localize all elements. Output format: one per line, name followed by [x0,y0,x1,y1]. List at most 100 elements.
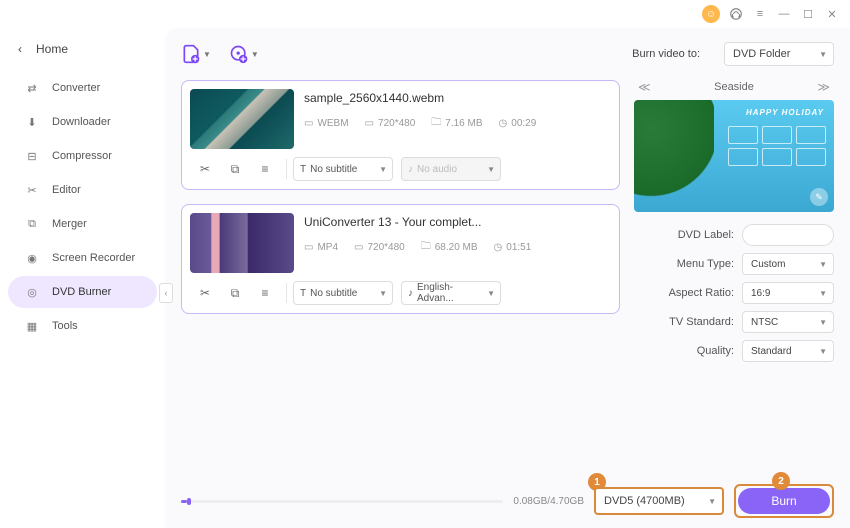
chevron-down-icon: ▼ [379,289,387,298]
disc-type-select[interactable]: DVD5 (4700MB)▼ [594,487,724,515]
sidebar-item-editor[interactable]: ✂Editor [8,174,157,206]
subtitle-select[interactable]: TNo subtitle▼ [293,157,393,181]
resolution-icon: ▭ [354,242,363,253]
avatar-icon[interactable]: ☺ [702,5,720,23]
burn-to-label: Burn video to: [632,48,700,60]
trim-icon[interactable]: ✂ [190,281,220,305]
crop-icon[interactable]: ⧉ [220,281,250,305]
downloader-icon: ⬇ [24,114,40,130]
file-stats: ▭MP4 ▭720*480 🗀68.20 MB ◷01:51 [304,239,611,256]
more-icon[interactable]: ≡ [250,157,280,181]
back-icon: ‹ [18,42,22,56]
format-icon: ▭ [304,242,313,253]
file-card[interactable]: UniConverter 13 - Your complet... ▭MP4 ▭… [181,204,620,314]
theme-prev-button[interactable]: ≪ [638,80,651,94]
compressor-icon: ⊟ [24,148,40,164]
sidebar-item-screen-recorder[interactable]: ◉Screen Recorder [8,242,157,274]
chevron-down-icon: ▼ [819,289,827,298]
converter-icon: ⇄ [24,80,40,96]
dvd-label-input[interactable] [742,224,834,246]
sidebar-item-converter[interactable]: ⇄Converter [8,72,157,104]
tools-icon: ▦ [24,318,40,334]
dvd-icon: ◎ [24,284,40,300]
home-button[interactable]: ‹ Home [0,36,165,70]
chevron-down-icon: ▼ [251,50,259,59]
minimize-icon[interactable]: — [776,6,792,22]
sidebar-item-merger[interactable]: ⧉Merger [8,208,157,240]
editor-icon: ✂ [24,182,40,198]
sidebar-item-compressor[interactable]: ⊟Compressor [8,140,157,172]
format-icon: ▭ [304,118,313,129]
audio-icon: ♪ [408,164,413,175]
more-icon[interactable]: ≡ [250,281,280,305]
aspect-ratio-select[interactable]: 16:9▼ [742,282,834,304]
menu-type-select[interactable]: Custom▼ [742,253,834,275]
file-name: sample_2560x1440.webm [304,91,611,105]
file-card[interactable]: sample_2560x1440.webm ▭WEBM ▭720*480 🗀7.… [181,80,620,190]
theme-banner-text: HAPPY HOLIDAY [746,108,824,117]
callout-badge-2: 2 [772,472,790,490]
tv-standard-label: TV Standard: [669,316,734,328]
chevron-down-icon: ▼ [487,165,495,174]
sidebar-item-tools[interactable]: ▦Tools [8,310,157,342]
add-file-button[interactable]: ▼ [181,44,211,64]
close-icon[interactable]: ✕ [824,6,840,22]
subtitle-icon: T [300,288,306,299]
theme-panel: ≪ Seaside ≫ HAPPY HOLIDAY ✎ DVD Label: M… [634,80,834,478]
aspect-ratio-label: Aspect Ratio: [669,287,734,299]
quality-label: Quality: [697,345,734,357]
quality-select[interactable]: Standard▼ [742,340,834,362]
main-panel: ▼ ▼ Burn video to: DVD Folder▼ sample_25… [165,28,850,528]
theme-preview[interactable]: HAPPY HOLIDAY ✎ [634,100,834,212]
theme-next-button[interactable]: ≫ [817,80,830,94]
file-stats: ▭WEBM ▭720*480 🗀7.16 MB ◷00:29 [304,115,611,132]
resolution-icon: ▭ [365,118,374,129]
size-icon: 🗀 [421,239,431,256]
titlebar: ☺ ≡ — ☐ ✕ [0,0,850,28]
burn-button[interactable]: Burn [738,488,830,514]
chevron-down-icon: ▼ [819,50,827,59]
audio-select[interactable]: ♪English-Advan...▼ [401,281,501,305]
audio-icon: ♪ [408,288,413,299]
sidebar-item-dvd-burner[interactable]: ◎DVD Burner [8,276,157,308]
chevron-down-icon: ▼ [708,497,716,506]
home-label: Home [36,42,68,56]
recorder-icon: ◉ [24,250,40,266]
theme-name: Seaside [714,81,754,93]
crop-icon[interactable]: ⧉ [220,157,250,181]
dvd-label-label: DVD Label: [678,229,734,241]
toolbar: ▼ ▼ Burn video to: DVD Folder▼ [181,42,834,66]
sidebar-item-downloader[interactable]: ⬇Downloader [8,106,157,138]
thumbnail [190,89,294,149]
chevron-down-icon: ▼ [203,50,211,59]
thumbnail [190,213,294,273]
subtitle-icon: T [300,164,306,175]
chevron-down-icon: ▼ [819,318,827,327]
progress-bar [181,500,503,503]
collapse-sidebar-button[interactable]: ‹ [159,283,173,303]
trim-icon[interactable]: ✂ [190,157,220,181]
menu-icon[interactable]: ≡ [752,6,768,22]
file-name: UniConverter 13 - Your complet... [304,215,611,229]
merger-icon: ⧉ [24,216,40,232]
chevron-down-icon: ▼ [379,165,387,174]
bottom-bar: 0.08GB/4.70GB 1 DVD5 (4700MB)▼ 2 Burn [181,478,834,518]
support-icon[interactable] [728,6,744,22]
tv-standard-select[interactable]: NTSC▼ [742,311,834,333]
add-disc-button[interactable]: ▼ [229,44,259,64]
sidebar: ‹ Home ⇄Converter ⬇Downloader ⊟Compresso… [0,28,165,528]
burn-to-select[interactable]: DVD Folder▼ [724,42,834,66]
size-icon: 🗀 [431,115,441,132]
file-list: sample_2560x1440.webm ▭WEBM ▭720*480 🗀7.… [181,80,620,478]
edit-theme-icon[interactable]: ✎ [810,188,828,206]
subtitle-select[interactable]: TNo subtitle▼ [293,281,393,305]
audio-select: ♪No audio▼ [401,157,501,181]
chevron-down-icon: ▼ [819,260,827,269]
menu-type-label: Menu Type: [677,258,734,270]
duration-icon: ◷ [494,242,503,253]
progress-text: 0.08GB/4.70GB [513,496,584,507]
chevron-down-icon: ▼ [819,347,827,356]
maximize-icon[interactable]: ☐ [800,6,816,22]
chevron-down-icon: ▼ [487,289,495,298]
duration-icon: ◷ [499,118,508,129]
